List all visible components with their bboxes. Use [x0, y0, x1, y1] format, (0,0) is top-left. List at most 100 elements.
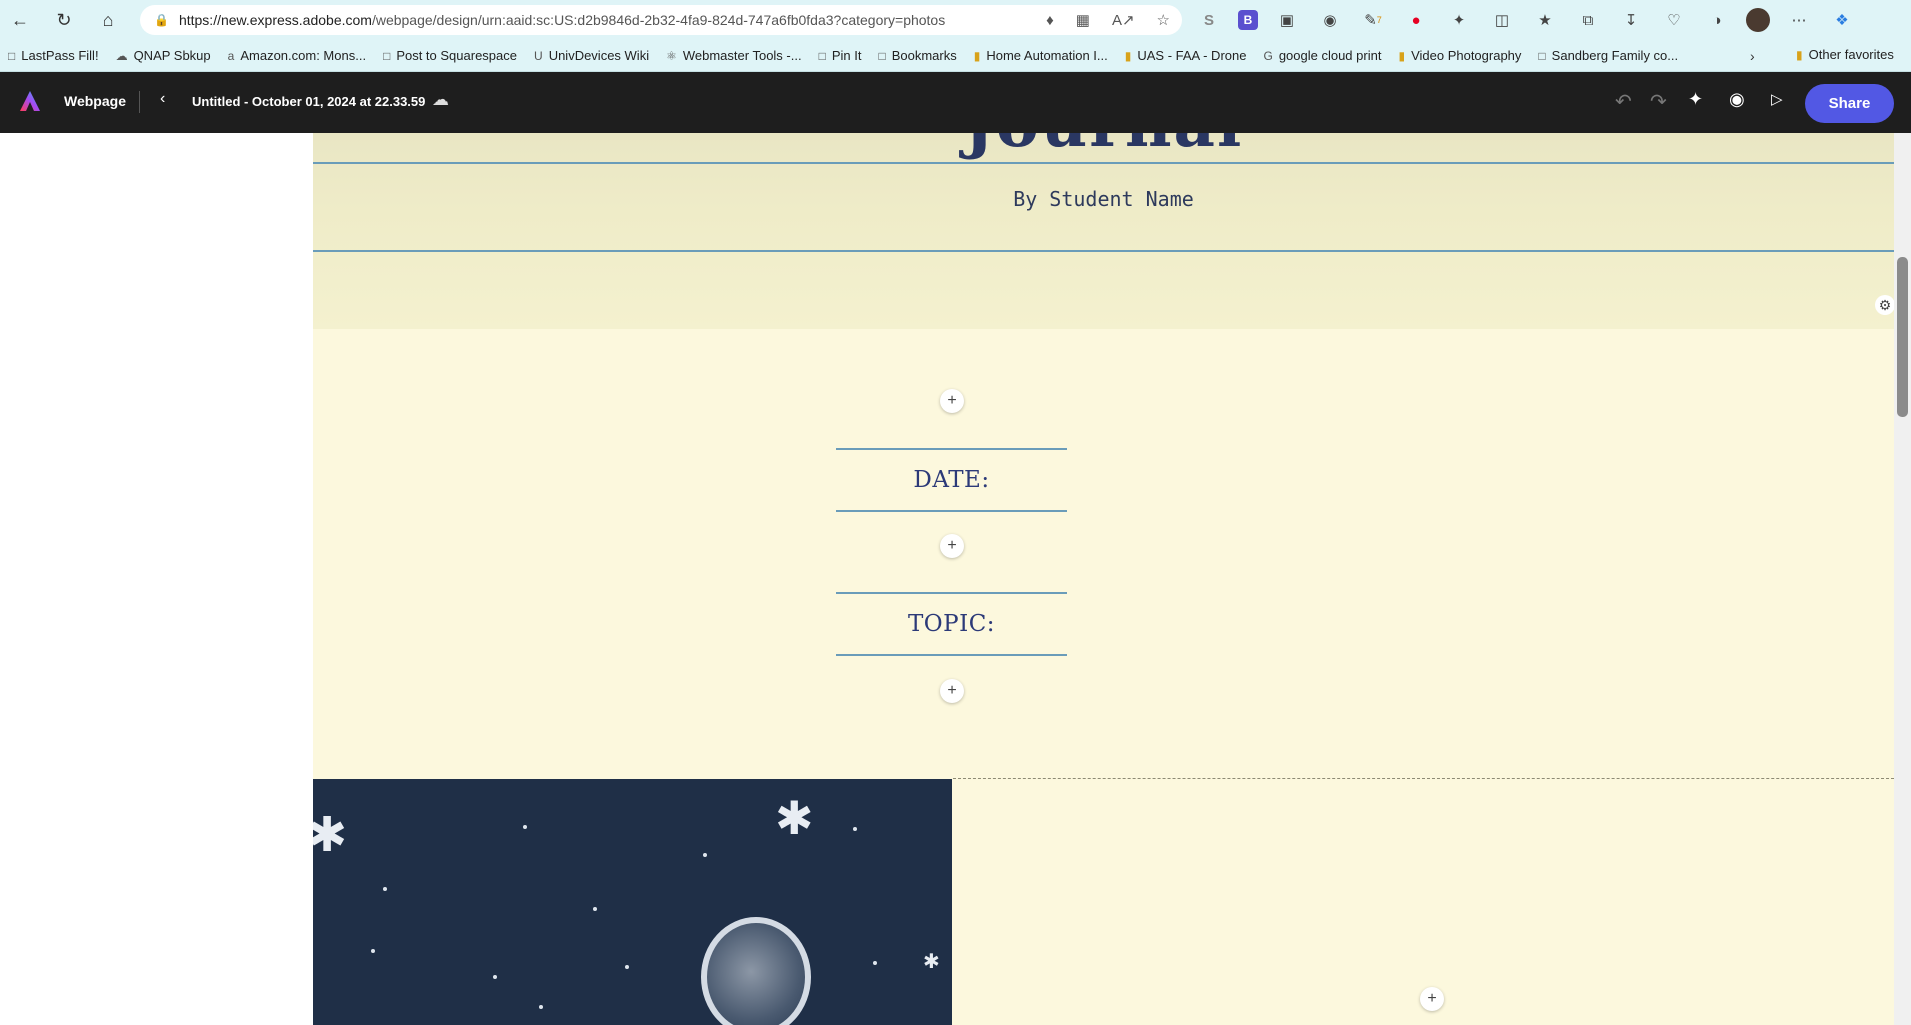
chalk-dot [873, 961, 877, 965]
draw-extension-icon[interactable]: ✎ 7 [1359, 6, 1387, 34]
bookmark-item[interactable]: Ggoogle cloud print [1263, 48, 1381, 63]
hero-section[interactable]: Journal By Student Name [313, 133, 1894, 329]
header-divider [139, 91, 140, 113]
plus-icon: + [947, 682, 957, 699]
back-arrow-icon[interactable]: ← [2, 4, 38, 36]
chalk-star-icon: ✱ [923, 951, 940, 973]
browser-essentials-icon[interactable]: ◑ [1703, 6, 1731, 34]
lock-icon: 🔒 [154, 13, 169, 27]
topic-label-block[interactable]: TOPIC: [836, 592, 1067, 656]
favorites-icon[interactable]: ★ [1531, 6, 1559, 34]
bookmark-item[interactable]: U UnivDevices Wiki [534, 48, 649, 63]
read-aloud-icon[interactable]: A↗ [1112, 11, 1135, 29]
topic-label: TOPIC: [907, 611, 996, 637]
chalk-dot [371, 949, 375, 953]
bookmark-item[interactable]: □ Sandberg Family co... [1538, 48, 1678, 63]
split-screen-icon[interactable]: ◫ [1488, 6, 1516, 34]
bookmark-item[interactable]: □ Bookmarks [878, 48, 956, 63]
s-extension-icon[interactable]: S [1195, 6, 1223, 34]
share-button[interactable]: Share [1805, 84, 1894, 123]
page-icon: □ [878, 48, 886, 63]
cloud-saved-icon[interactable]: ☁ [432, 90, 449, 110]
folder-icon: ▮ [1796, 47, 1803, 62]
chalk-dot [593, 907, 597, 911]
bookmark-item[interactable]: ☁ QNAP Sbkup [116, 48, 211, 63]
left-panel [0, 133, 313, 1025]
play-icon[interactable]: ▷ [1771, 90, 1783, 108]
design-canvas[interactable]: Journal By Student Name ⚙ + DATE: + TOPI… [313, 133, 1894, 1025]
address-bar[interactable]: 🔒 https://new.express.adobe.com/webpage/… [140, 5, 1182, 35]
bookmark-item[interactable]: a Amazon.com: Mons... [228, 48, 366, 63]
password-extension-icon[interactable]: ◉ [1316, 6, 1344, 34]
preview-eye-icon[interactable]: ◉ [1729, 89, 1745, 110]
bookmarks-bar: □ LastPass Fill! ☁ QNAP Sbkup a Amazon.com:… [0, 40, 1911, 72]
bell-icon[interactable]: ♦ [1046, 12, 1054, 29]
extension-icons: S B ▣ ◉ ✎ 7 ● ✦ ◫ ★ ⧉ ↧ ♡ ◑ ⋯ ❖ [1195, 4, 1856, 36]
chalk-dot [383, 887, 387, 891]
google-icon: G [1263, 48, 1273, 63]
amazon-icon: a [227, 48, 235, 63]
adobe-express-logo-icon[interactable] [18, 89, 42, 113]
magic-wand-icon[interactable]: ✦ [1688, 89, 1703, 110]
plus-icon: + [1427, 990, 1437, 1007]
document-title[interactable]: Untitled - October 01, 2024 at 22.33.59 [192, 94, 425, 109]
page-icon: □ [8, 48, 16, 63]
downloads-icon[interactable]: ↧ [1617, 6, 1645, 34]
chalk-space-image[interactable]: ✱ ✱ ✱ [313, 779, 952, 1025]
extensions-puzzle-icon[interactable]: ✦ [1445, 6, 1473, 34]
back-chevron-icon[interactable]: ‹ [160, 90, 165, 108]
bookmark-folder[interactable]: ▮ Home Automation I... [974, 48, 1108, 63]
home-icon[interactable]: ⌂ [90, 4, 126, 36]
bookmark-item[interactable]: □ LastPass Fill! [8, 48, 99, 63]
hero-byline[interactable]: By Student Name [313, 187, 1894, 211]
chalk-star-icon: ✱ [775, 792, 814, 844]
performance-icon[interactable]: ♡ [1660, 6, 1688, 34]
copilot-icon[interactable]: ❖ [1828, 6, 1856, 34]
chalk-star-icon: ✱ [313, 809, 348, 862]
browser-toolbar: ← ↻ ⌂ 🔒 https://new.express.adobe.com/we… [0, 0, 1911, 40]
undo-icon[interactable]: ↶ [1615, 89, 1632, 114]
other-favorites-folder[interactable]: ▮ Other favorites [1796, 47, 1894, 62]
app-header: Webpage ‹ Untitled - October 01, 2024 at… [0, 72, 1911, 133]
bookmarks-overflow-chevron-icon[interactable]: › [1750, 48, 1755, 64]
add-block-button[interactable]: + [940, 389, 964, 413]
favorite-star-icon[interactable]: ☆ [1157, 11, 1170, 29]
hero-title[interactable]: Journal [313, 133, 1894, 162]
section-settings-gear-icon[interactable]: ⚙ [1875, 295, 1894, 315]
add-block-button[interactable]: + [940, 534, 964, 558]
bookmark-folder[interactable]: ▮ UAS - FAA - Drone [1125, 48, 1247, 63]
bookmark-item[interactable]: □ Post to Squarespace [383, 48, 517, 63]
bookmark-item[interactable]: ⚛ Webmaster Tools -... [666, 48, 802, 63]
folder-icon: ▮ [1398, 48, 1406, 63]
chalk-dot [703, 853, 707, 857]
collections-icon[interactable]: ⧉ [1574, 6, 1602, 34]
draw-badge: 7 [1376, 15, 1382, 25]
bookmark-item[interactable]: □ Pin It [819, 48, 862, 63]
url-text: https://new.express.adobe.com/webpage/de… [178, 12, 946, 28]
bookmark-folder[interactable]: ▮ Video Photography [1398, 48, 1521, 63]
add-block-button[interactable]: + [940, 679, 964, 703]
chalk-dot [853, 827, 857, 831]
reload-icon[interactable]: ↻ [46, 4, 82, 36]
chalk-planet [701, 917, 811, 1025]
add-block-button[interactable]: + [1420, 987, 1444, 1011]
date-label-block[interactable]: DATE: [836, 448, 1067, 512]
more-menu-icon[interactable]: ⋯ [1785, 6, 1813, 34]
profile-avatar[interactable] [1746, 8, 1770, 32]
pinterest-icon[interactable]: ● [1402, 6, 1430, 34]
scrollbar-thumb[interactable] [1897, 257, 1908, 417]
app-available-icon[interactable]: ▦ [1076, 11, 1090, 29]
page-icon: □ [383, 48, 391, 63]
app-name: Webpage [64, 93, 126, 109]
section-divider [953, 778, 1894, 779]
canvas-scrollbar[interactable] [1894, 133, 1911, 1025]
chalk-dot [539, 1005, 543, 1009]
redo-icon[interactable]: ↷ [1650, 89, 1667, 114]
b-extension-icon[interactable]: B [1238, 10, 1258, 30]
folder-icon: ▮ [973, 48, 981, 63]
folder-icon: ▮ [1124, 48, 1132, 63]
hero-rule [313, 162, 1894, 164]
chalk-dot [493, 975, 497, 979]
clipboard-extension-icon[interactable]: ▣ [1273, 6, 1301, 34]
plus-icon: + [947, 392, 957, 409]
